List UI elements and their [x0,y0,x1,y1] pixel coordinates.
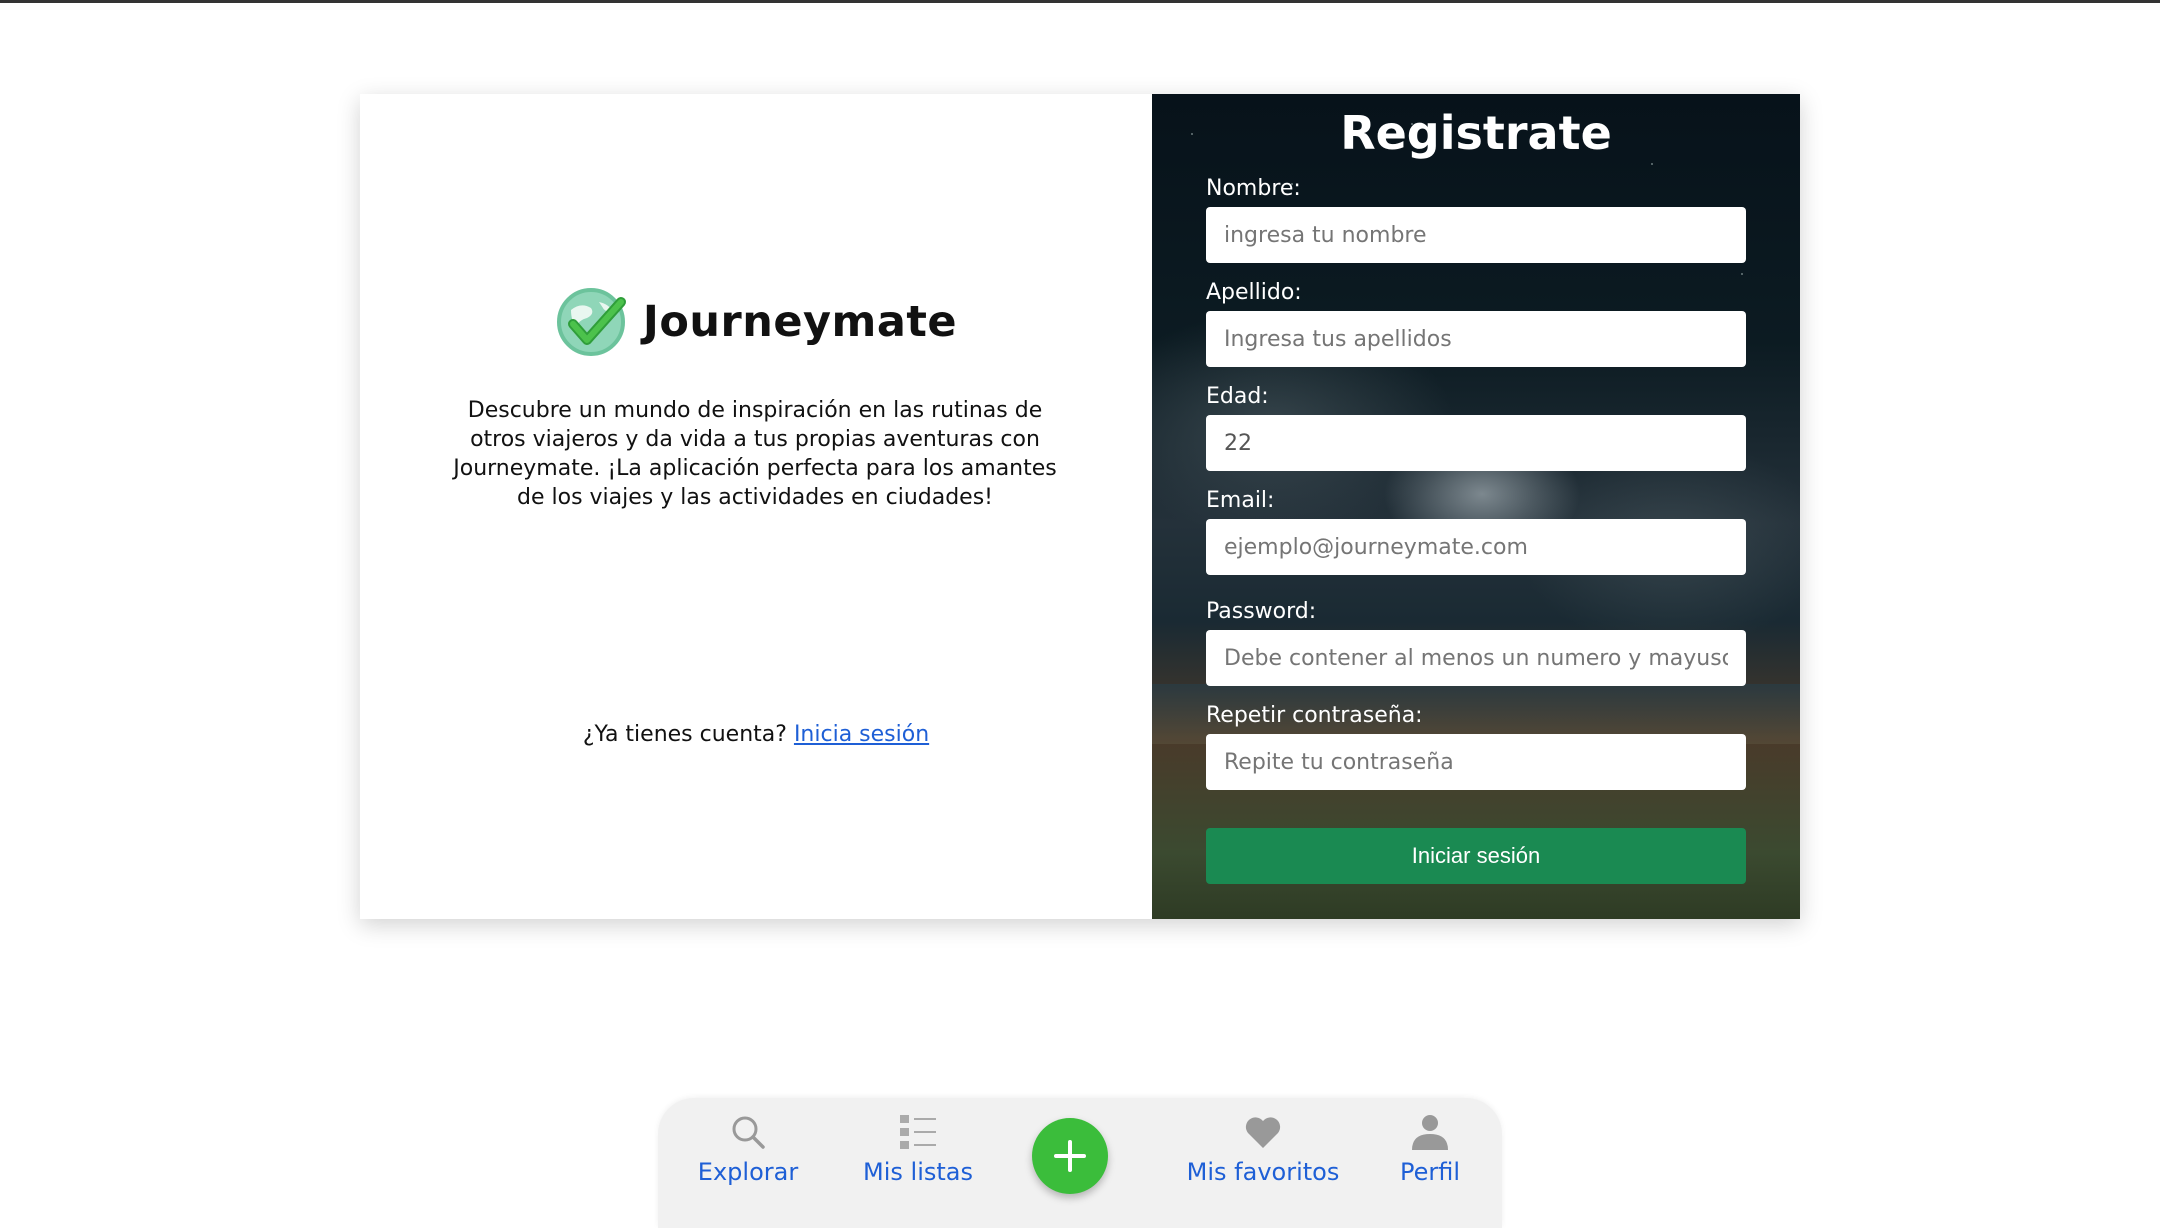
form-title: Registrate [1340,106,1612,160]
heart-icon [1245,1117,1281,1148]
user-icon [1412,1115,1448,1150]
apellido-input[interactable] [1206,311,1746,367]
login-prompt: ¿Ya tienes cuenta? [582,722,787,747]
nombre-label: Nombre: [1206,176,1301,201]
bottom-nav: Explorar Mis listas Mis favoritos Perfil [658,1098,1502,1228]
nav-perfil-label: Perfil [1399,1158,1461,1186]
search-icon [732,1116,765,1149]
apellido-label: Apellido: [1206,280,1302,305]
email-label: Email: [1206,488,1275,513]
nav-mis-favoritos-label: Mis favoritos [1186,1158,1340,1186]
password-label: Password: [1206,599,1317,624]
nav-perfil[interactable]: Perfil [1380,1112,1480,1186]
nav-mis-favoritos[interactable]: Mis favoritos [1178,1112,1348,1186]
add-button[interactable] [1032,1118,1108,1194]
tagline: Descubre un mundo de inspiración en las … [453,398,1057,510]
login-prompt-line: ¿Ya tienes cuenta? Inicia sesión [360,722,1152,747]
login-link[interactable]: Inicia sesión [794,722,929,747]
brand: Journeymate [360,284,1152,360]
register-card: Journeymate Descubre un mundo de inspira… [360,94,1800,919]
nav-explorar[interactable]: Explorar [688,1112,808,1186]
nombre-input[interactable] [1206,207,1746,263]
brand-name: Journeymate [642,297,958,347]
nav-mis-listas[interactable]: Mis listas [848,1112,988,1186]
journeymate-logo-icon [556,288,626,356]
email-input[interactable] [1206,519,1746,575]
list-icon [900,1115,936,1149]
edad-label: Edad: [1206,384,1269,409]
intro-panel: Journeymate Descubre un mundo de inspira… [360,94,1152,919]
nav-mis-listas-label: Mis listas [863,1158,973,1186]
edad-input[interactable] [1206,415,1746,471]
repeat-password-label: Repetir contraseña: [1206,703,1423,728]
submit-button[interactable]: Iniciar sesión [1206,828,1746,884]
repeat-password-input[interactable] [1206,734,1746,790]
nav-explorar-label: Explorar [697,1158,799,1186]
top-border [0,0,2160,3]
plus-icon [1054,1140,1086,1172]
password-input[interactable] [1206,630,1746,686]
register-form-panel: Registrate Nombre: Apellido: Edad: Email… [1152,94,1800,919]
